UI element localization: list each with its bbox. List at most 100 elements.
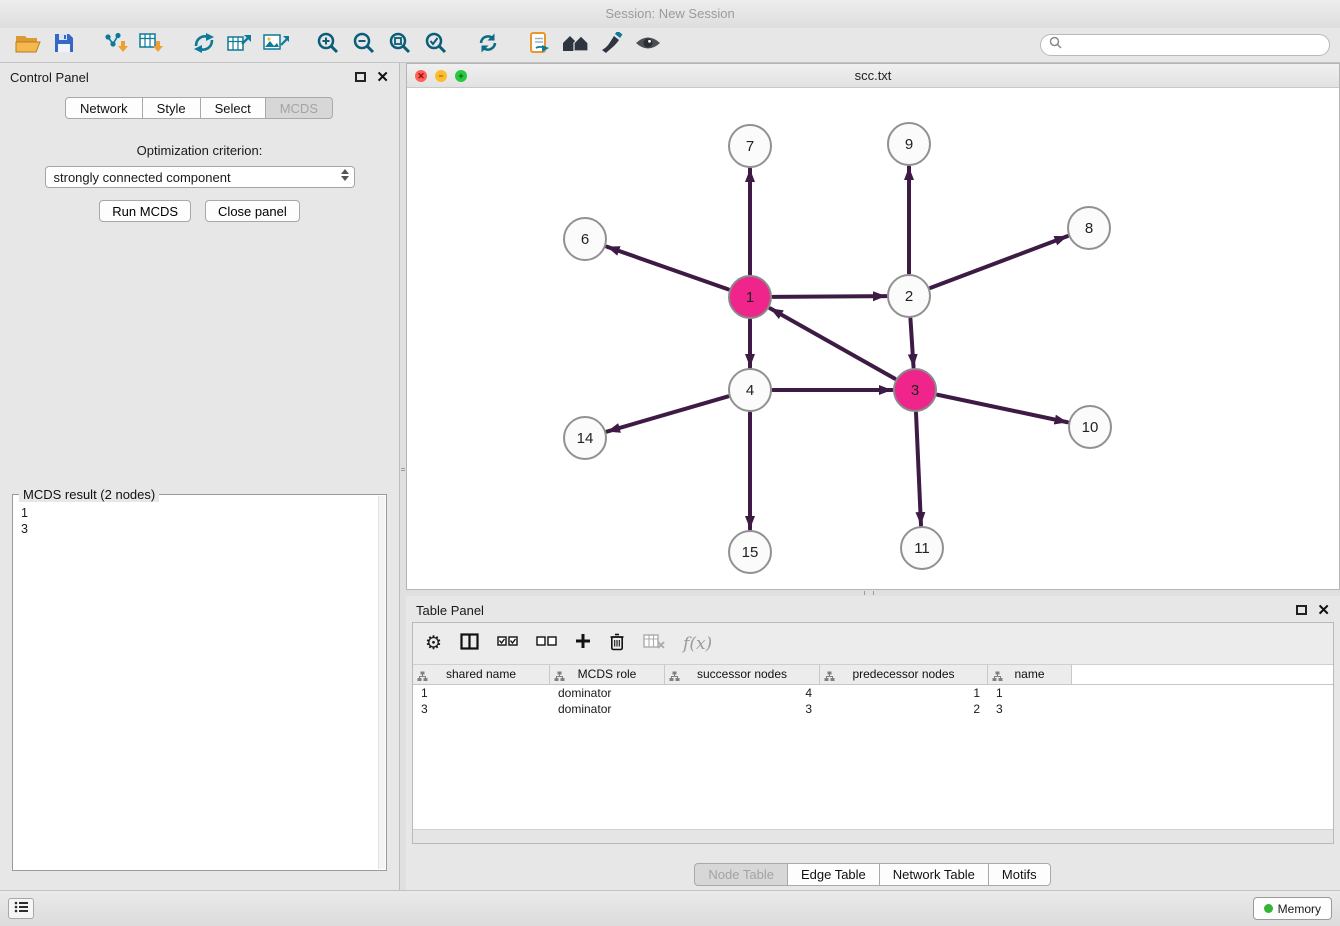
zoom-fit-button[interactable]	[382, 30, 418, 60]
table-panel-tabs: Node Table Edge Table Network Table Moti…	[406, 863, 1340, 886]
task-history-button[interactable]	[8, 898, 34, 919]
tab-style[interactable]: Style	[142, 97, 201, 119]
graph-node-label: 2	[905, 288, 913, 305]
status-bar: Memory	[0, 890, 1340, 926]
table-cell: 3	[988, 701, 1072, 717]
table-horizontal-scrollbar[interactable]	[413, 829, 1333, 843]
table-cell-filler	[1072, 685, 1333, 701]
home-networks-button[interactable]	[558, 30, 594, 60]
export-image-button[interactable]	[258, 30, 294, 60]
node-table-body: 1dominator4113dominator323	[413, 685, 1333, 829]
search-field[interactable]	[1040, 34, 1330, 56]
close-panel-button[interactable]: Close panel	[205, 200, 300, 222]
graph-edge-1-6[interactable]	[607, 247, 729, 290]
network-canvas[interactable]: 7968124314101511	[407, 88, 1339, 589]
mcds-result-title: MCDS result (2 nodes)	[19, 487, 159, 502]
tab-mcds[interactable]: MCDS	[265, 97, 333, 119]
close-panel-icon[interactable]: ✕	[1317, 603, 1330, 618]
graph-edge-3-10[interactable]	[938, 395, 1068, 422]
criterion-dropdown[interactable]: strongly connected component	[45, 166, 355, 188]
network-view-window: scc.txt ✕ − + 7968124314101511	[406, 63, 1340, 590]
show-hide-button[interactable]	[630, 30, 666, 60]
export-network-button[interactable]	[186, 30, 222, 60]
save-session-button[interactable]	[46, 30, 82, 60]
tab-node-table[interactable]: Node Table	[694, 863, 788, 886]
dropdown-stepper-icon	[341, 169, 349, 181]
column-header-filler	[1072, 665, 1333, 684]
table-cell: 1	[413, 685, 550, 701]
column-header-predecessor-nodes[interactable]: predecessor nodes	[820, 665, 988, 684]
export-document-button[interactable]	[522, 30, 558, 60]
show-columns-button[interactable]	[460, 633, 479, 655]
network-canvas-area[interactable]: 7968124314101511	[407, 88, 1339, 589]
column-type-icon	[824, 669, 835, 688]
delete-column-button[interactable]	[609, 632, 625, 656]
network-titlebar[interactable]: scc.txt ✕ − +	[407, 64, 1339, 88]
float-panel-icon[interactable]	[355, 72, 366, 82]
graph-node-label: 1	[746, 289, 754, 306]
window-titlebar: Session: New Session	[0, 0, 1340, 28]
function-builder-button[interactable]: f(x)	[683, 634, 712, 654]
float-panel-icon[interactable]	[1296, 605, 1307, 615]
deselect-all-columns-button[interactable]	[536, 634, 557, 653]
fx-icon: f(x)	[683, 634, 712, 654]
eye-icon	[634, 34, 662, 57]
graph-edge-3-1[interactable]	[770, 308, 895, 378]
column-header-name[interactable]: name	[988, 665, 1072, 684]
tab-select[interactable]: Select	[200, 97, 266, 119]
graph-node-label: 14	[577, 430, 594, 447]
table-cell: 3	[665, 701, 820, 717]
graph-edge-3-11[interactable]	[916, 413, 921, 525]
close-panel-icon[interactable]: ✕	[376, 70, 389, 85]
result-scrollbar[interactable]	[378, 496, 385, 869]
control-panel-tabs: Network Style Select MCDS	[0, 97, 399, 119]
run-mcds-button[interactable]: Run MCDS	[99, 200, 191, 222]
import-network-button[interactable]	[98, 30, 134, 60]
graph-node-label: 7	[746, 138, 754, 155]
search-icon	[1049, 36, 1062, 54]
search-input[interactable]	[1067, 38, 1321, 52]
delete-table-button[interactable]	[643, 633, 665, 654]
create-column-button[interactable]	[575, 633, 591, 654]
graph-node-label: 6	[581, 231, 589, 248]
table-row[interactable]: 3dominator323	[413, 701, 1333, 717]
column-header-shared-name[interactable]: shared name	[413, 665, 550, 684]
table-cell-filler	[1072, 701, 1333, 717]
zoom-selected-button[interactable]	[418, 30, 454, 60]
graph-edge-2-3[interactable]	[910, 319, 913, 367]
plus-icon	[575, 633, 591, 654]
column-header-successor-nodes[interactable]: successor nodes	[665, 665, 820, 684]
tab-network[interactable]: Network	[65, 97, 143, 119]
column-header-mcds-role[interactable]: MCDS role	[550, 665, 665, 684]
select-all-columns-button[interactable]	[497, 634, 518, 653]
tab-edge-table[interactable]: Edge Table	[787, 863, 880, 886]
refresh-icon	[476, 32, 500, 59]
import-table-button[interactable]	[134, 30, 170, 60]
mcds-result-item: 3	[21, 521, 378, 537]
table-row[interactable]: 1dominator411	[413, 685, 1333, 701]
zoom-out-button[interactable]	[346, 30, 382, 60]
window-title: Session: New Session	[605, 6, 734, 21]
memory-button[interactable]: Memory	[1253, 897, 1332, 920]
import-network-icon	[103, 32, 129, 59]
graph-edge-4-14[interactable]	[607, 396, 728, 431]
graph-edge-2-8[interactable]	[931, 236, 1068, 288]
refresh-view-button[interactable]	[470, 30, 506, 60]
zoom-in-button[interactable]	[310, 30, 346, 60]
node-table-container: ⚙ f(x)	[412, 622, 1334, 844]
apply-style-button[interactable]	[594, 30, 630, 60]
open-file-button[interactable]	[10, 30, 46, 60]
tab-network-table[interactable]: Network Table	[879, 863, 989, 886]
export-table-button[interactable]	[222, 30, 258, 60]
column-type-icon	[554, 669, 565, 688]
tab-motifs[interactable]: Motifs	[988, 863, 1051, 886]
memory-label: Memory	[1278, 902, 1321, 916]
criterion-dropdown-value: strongly connected component	[54, 170, 231, 185]
table-panel: Table Panel ✕ ⚙	[406, 596, 1340, 890]
table-settings-button[interactable]: ⚙	[425, 634, 442, 653]
delete-table-icon	[643, 633, 665, 654]
graph-edge-1-2[interactable]	[773, 296, 886, 297]
mcds-result-list: 13	[13, 495, 386, 547]
table-cell: 3	[413, 701, 550, 717]
zoom-in-icon	[316, 31, 340, 60]
